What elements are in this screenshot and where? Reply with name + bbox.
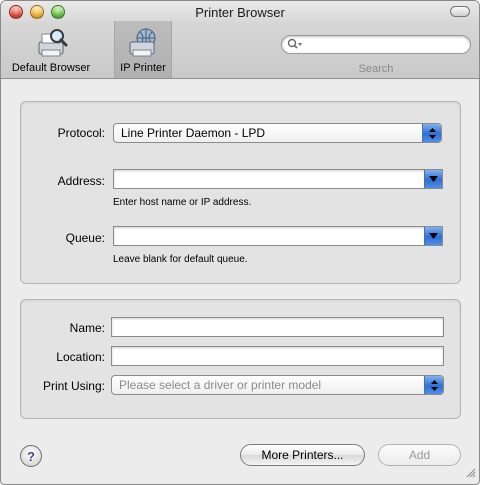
help-button[interactable]: ? — [20, 445, 42, 467]
magnifier-icon[interactable] — [287, 38, 303, 54]
printer-connection-group: Protocol: Line Printer Daemon - LPD Addr… — [20, 101, 461, 284]
search-field[interactable] — [281, 35, 471, 54]
protocol-label: Protocol: — [57, 126, 105, 140]
toolbar-default-browser-label: Default Browser — [11, 62, 91, 74]
toolbar-toggle-button[interactable] — [450, 6, 470, 17]
protocol-value: Line Printer Daemon - LPD — [121, 126, 266, 140]
popup-arrows-icon — [424, 376, 443, 394]
address-label: Address: — [57, 174, 105, 188]
queue-label: Queue: — [65, 231, 105, 245]
search-input[interactable] — [304, 37, 464, 52]
question-mark-icon: ? — [27, 448, 35, 464]
more-printers-button[interactable]: More Printers... — [240, 444, 365, 466]
window-toolbar: Printer Browser Default Browser IP Print… — [1, 1, 479, 79]
print-using-popup[interactable]: Please select a driver or printer model — [111, 375, 444, 395]
queue-input[interactable] — [117, 229, 419, 243]
protocol-popup[interactable]: Line Printer Daemon - LPD — [113, 123, 442, 143]
address-input[interactable] — [117, 172, 419, 186]
toolbar-default-browser[interactable]: Default Browser — [5, 21, 97, 78]
address-combo[interactable] — [113, 169, 443, 189]
name-label: Name: — [69, 321, 105, 335]
print-using-label: Print Using: — [42, 379, 105, 393]
queue-combo[interactable] — [113, 226, 443, 246]
chevron-down-icon[interactable] — [424, 227, 442, 245]
address-hint: Enter host name or IP address. — [113, 197, 252, 208]
location-field[interactable] — [111, 346, 444, 366]
printer-globe-icon — [126, 26, 160, 60]
name-field[interactable] — [111, 317, 444, 337]
popup-arrows-icon — [422, 124, 441, 142]
toolbar-ip-printer-label: IP Printer — [120, 62, 166, 74]
print-using-value: Please select a driver or printer model — [119, 378, 322, 392]
search-label: Search — [358, 63, 394, 75]
add-button[interactable]: Add — [378, 444, 461, 466]
queue-hint: Leave blank for default queue. — [113, 254, 248, 265]
location-label: Location: — [56, 350, 105, 364]
resize-grip-icon[interactable] — [466, 467, 476, 481]
toolbar-ip-printer[interactable]: IP Printer — [114, 21, 172, 78]
location-input[interactable] — [115, 349, 440, 363]
printer-magnifier-icon — [33, 26, 69, 60]
toolbar-search: Search — [281, 35, 471, 75]
chevron-down-icon[interactable] — [424, 170, 442, 188]
name-input[interactable] — [115, 320, 440, 334]
printer-info-group: Name: Location: Print Using: Please sele… — [20, 299, 461, 419]
printer-browser-window: Printer Browser Default Browser IP Print… — [0, 0, 480, 485]
window-title: Printer Browser — [195, 5, 285, 20]
